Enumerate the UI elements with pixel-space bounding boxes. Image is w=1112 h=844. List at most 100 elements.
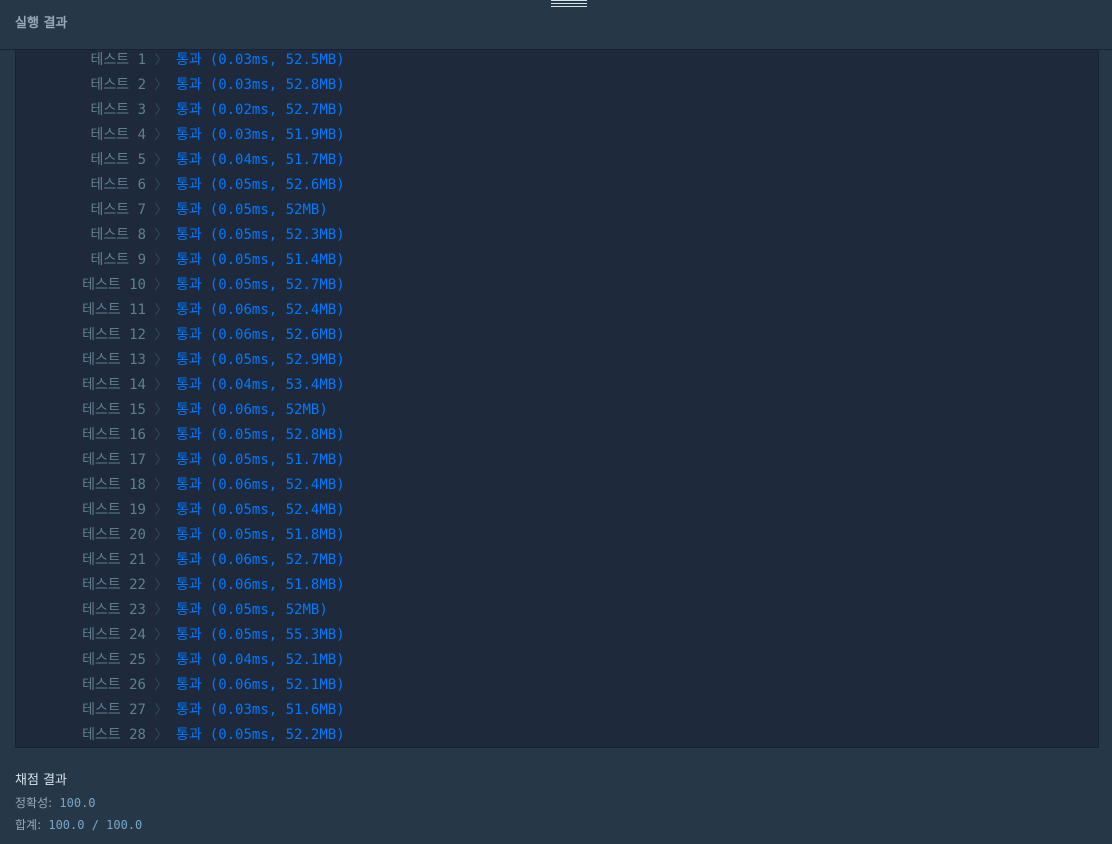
test-metrics: (0.04ms, 52.1MB) (209, 652, 345, 668)
pass-status: 통과 (176, 52, 202, 68)
test-result: 통과 (0.04ms, 53.4MB) (176, 377, 345, 393)
test-row: 테스트 4 〉 통과 (0.03ms, 51.9MB) (16, 125, 345, 150)
test-label: 테스트 4 (90, 127, 147, 143)
chevron-right-icon: 〉 (154, 78, 168, 93)
pass-status: 통과 (176, 627, 202, 643)
test-row: 테스트 25 〉 통과 (0.04ms, 52.1MB) (16, 650, 345, 675)
pass-status: 통과 (176, 652, 202, 668)
pass-status: 통과 (176, 552, 202, 568)
test-label: 테스트 14 (82, 377, 146, 393)
chevron-right-icon: 〉 (154, 703, 168, 718)
test-metrics: (0.05ms, 52.7MB) (209, 277, 345, 293)
test-metrics: (0.05ms, 52.8MB) (209, 427, 345, 443)
test-output-panel[interactable]: 테스트 1 〉 통과 (0.03ms, 52.5MB) 테스트 2 〉 통과 (0.03ms,… (15, 50, 1099, 748)
test-metrics: (0.06ms, 52.7MB) (209, 552, 345, 568)
test-label: 테스트 23 (82, 602, 146, 618)
total-line: 합계: 100.0 / 100.0 (15, 814, 1097, 836)
chevron-right-icon: 〉 (154, 728, 168, 743)
test-result: 통과 (0.05ms, 55.3MB) (176, 627, 345, 643)
test-metrics: (0.06ms, 51.8MB) (209, 577, 345, 593)
test-result: 통과 (0.06ms, 52.4MB) (176, 477, 345, 493)
test-label: 테스트 25 (82, 652, 146, 668)
test-row: 테스트 28 〉 통과 (0.05ms, 52.2MB) (16, 725, 345, 747)
test-result: 통과 (0.05ms, 52.6MB) (176, 177, 345, 193)
chevron-right-icon: 〉 (154, 278, 168, 293)
pass-status: 통과 (176, 577, 202, 593)
chevron-right-icon: 〉 (154, 553, 168, 568)
test-row: 테스트 19 〉 통과 (0.05ms, 52.4MB) (16, 500, 345, 525)
test-metrics: (0.04ms, 51.7MB) (209, 152, 345, 168)
test-metrics: (0.06ms, 52.4MB) (209, 302, 345, 318)
pass-status: 통과 (176, 227, 202, 243)
test-row: 테스트 22 〉 통과 (0.06ms, 51.8MB) (16, 575, 345, 600)
chevron-right-icon: 〉 (154, 153, 168, 168)
test-label: 테스트 11 (82, 302, 146, 318)
test-label: 테스트 2 (90, 77, 147, 93)
test-result: 통과 (0.05ms, 52.3MB) (176, 227, 345, 243)
pass-status: 통과 (176, 452, 202, 468)
test-row: 테스트 1 〉 통과 (0.03ms, 52.5MB) (16, 50, 345, 75)
test-metrics: (0.05ms, 52.2MB) (209, 727, 345, 743)
test-metrics: (0.05ms, 52MB) (209, 202, 328, 218)
test-row: 테스트 10 〉 통과 (0.05ms, 52.7MB) (16, 275, 345, 300)
test-metrics: (0.05ms, 52.6MB) (209, 177, 345, 193)
test-result: 통과 (0.03ms, 52.8MB) (176, 77, 345, 93)
test-metrics: (0.03ms, 52.5MB) (209, 52, 345, 68)
test-metrics: (0.05ms, 52.4MB) (209, 502, 345, 518)
test-row: 테스트 11 〉 통과 (0.06ms, 52.4MB) (16, 300, 345, 325)
chevron-right-icon: 〉 (154, 128, 168, 143)
pass-status: 통과 (176, 352, 202, 368)
pass-status: 통과 (176, 602, 202, 618)
test-label: 테스트 7 (90, 202, 147, 218)
pass-status: 통과 (176, 177, 202, 193)
pass-status: 통과 (176, 202, 202, 218)
test-label: 테스트 3 (90, 102, 147, 118)
chevron-right-icon: 〉 (154, 53, 168, 68)
pass-status: 통과 (176, 477, 202, 493)
test-result: 통과 (0.03ms, 51.6MB) (176, 702, 345, 718)
test-result: 통과 (0.06ms, 51.8MB) (176, 577, 345, 593)
test-row: 테스트 15 〉 통과 (0.06ms, 52MB) (16, 400, 328, 425)
test-result: 통과 (0.05ms, 51.7MB) (176, 452, 345, 468)
test-metrics: (0.06ms, 52.6MB) (209, 327, 345, 343)
chevron-right-icon: 〉 (154, 528, 168, 543)
test-result: 통과 (0.05ms, 52.9MB) (176, 352, 345, 368)
test-result: 통과 (0.04ms, 52.1MB) (176, 652, 345, 668)
results-page: 실행 결과 테스트 1 〉 통과 (0.03ms, 52.5MB) 테스트 2 〉 통과 (0… (0, 0, 1112, 844)
pass-status: 통과 (176, 402, 202, 418)
test-row: 테스트 24 〉 통과 (0.05ms, 55.3MB) (16, 625, 345, 650)
pass-status: 통과 (176, 277, 202, 293)
accuracy-label: 정확성: (15, 796, 53, 810)
test-metrics: (0.05ms, 55.3MB) (209, 627, 345, 643)
panel-resize-handle-icon[interactable] (551, 0, 587, 8)
pass-status: 통과 (176, 427, 202, 443)
pass-status: 통과 (176, 702, 202, 718)
test-row: 테스트 6 〉 통과 (0.05ms, 52.6MB) (16, 175, 345, 200)
chevron-right-icon: 〉 (154, 603, 168, 618)
test-row: 테스트 26 〉 통과 (0.06ms, 52.1MB) (16, 675, 345, 700)
accuracy-line: 정확성: 100.0 (15, 792, 1097, 814)
test-label: 테스트 21 (82, 552, 146, 568)
chevron-right-icon: 〉 (154, 303, 168, 318)
test-row: 테스트 3 〉 통과 (0.02ms, 52.7MB) (16, 100, 345, 125)
test-label: 테스트 19 (82, 502, 146, 518)
test-result: 통과 (0.05ms, 52.8MB) (176, 427, 345, 443)
accuracy-value: 100.0 (59, 796, 96, 810)
test-label: 테스트 12 (82, 327, 146, 343)
test-result: 통과 (0.06ms, 52.4MB) (176, 302, 345, 318)
pass-status: 통과 (176, 677, 202, 693)
test-label: 테스트 20 (82, 527, 146, 543)
test-row: 테스트 21 〉 통과 (0.06ms, 52.7MB) (16, 550, 345, 575)
test-row: 테스트 17 〉 통과 (0.05ms, 51.7MB) (16, 450, 345, 475)
test-label: 테스트 26 (82, 677, 146, 693)
test-label: 테스트 22 (82, 577, 146, 593)
chevron-right-icon: 〉 (154, 203, 168, 218)
test-metrics: (0.02ms, 52.7MB) (209, 102, 345, 118)
chevron-right-icon: 〉 (154, 228, 168, 243)
test-row: 테스트 13 〉 통과 (0.05ms, 52.9MB) (16, 350, 345, 375)
chevron-right-icon: 〉 (154, 378, 168, 393)
test-metrics: (0.05ms, 52.9MB) (209, 352, 345, 368)
chevron-right-icon: 〉 (154, 628, 168, 643)
test-result: 통과 (0.05ms, 52.2MB) (176, 727, 345, 743)
test-row: 테스트 5 〉 통과 (0.04ms, 51.7MB) (16, 150, 345, 175)
